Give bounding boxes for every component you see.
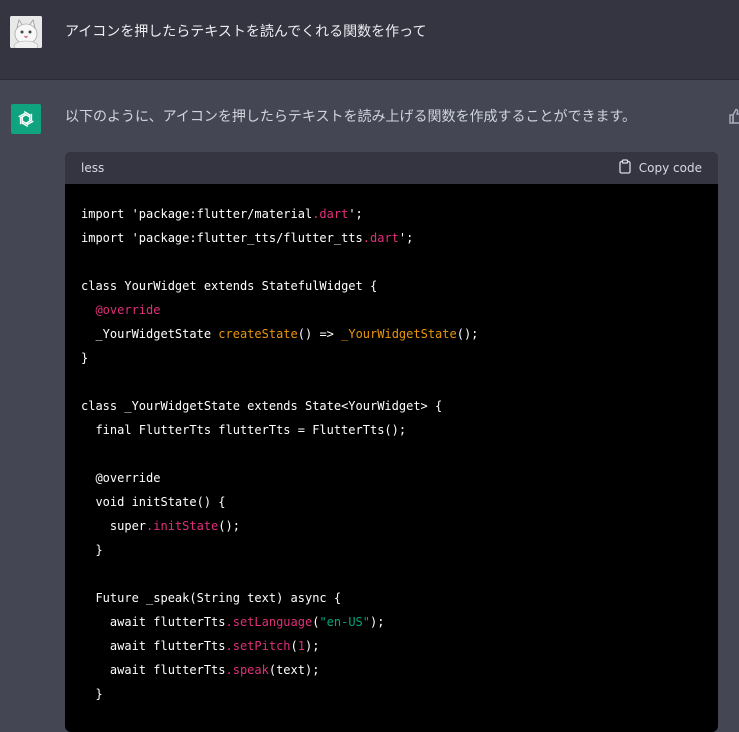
code-line: await flutterTts.setLanguage("en-US"); xyxy=(81,610,702,634)
code-line: import 'package:flutter_tts/flutter_tts.… xyxy=(81,226,702,250)
code-token: } xyxy=(81,687,103,701)
code-token: await flutterTts xyxy=(81,615,226,629)
code-token: '; xyxy=(348,207,363,221)
code-token: 1 xyxy=(297,639,305,653)
code-token: "en-US" xyxy=(319,615,371,629)
code-line: } xyxy=(81,538,702,562)
user-avatar-icon xyxy=(10,16,42,48)
code-line: class _YourWidgetState extends State<You… xyxy=(81,394,702,418)
copy-code-button[interactable]: Copy code xyxy=(619,159,702,177)
code-line: void initState() { xyxy=(81,490,702,514)
code-token: @override xyxy=(81,471,161,485)
user-message-text: アイコンを押したらテキストを読んでくれる関数を作って xyxy=(65,24,427,40)
code-token: import 'package:flutter_tts/flutter_tts xyxy=(81,231,363,245)
code-token: .setLanguage xyxy=(225,615,313,629)
code-token: (); xyxy=(218,519,240,533)
code-block-header: less Copy code xyxy=(65,152,718,184)
code-token: void initState() { xyxy=(81,495,226,509)
code-content: import 'package:flutter/material.dart'; i… xyxy=(65,184,718,706)
code-token: .dart xyxy=(312,207,349,221)
openai-logo-icon xyxy=(11,104,41,134)
code-token: .speak xyxy=(225,663,269,677)
code-token: class YourWidget extends StatefulWidget … xyxy=(81,279,378,293)
copy-code-label: Copy code xyxy=(638,161,702,175)
code-token: } xyxy=(81,543,103,557)
code-line: _YourWidgetState createState() => _YourW… xyxy=(81,322,702,346)
code-token: } xyxy=(81,351,89,365)
code-token: class _YourWidgetState extends State<You… xyxy=(81,399,443,413)
code-language-label: less xyxy=(81,161,105,175)
code-line: } xyxy=(81,346,702,370)
code-line: @override xyxy=(81,466,702,490)
assistant-message-text: 以下のように、アイコンを押したらテキストを読み上げる関数を作成することができます… xyxy=(65,109,637,125)
code-block: less Copy code import 'package:flutter/m… xyxy=(65,152,718,732)
clipboard-icon xyxy=(619,159,631,177)
code-token: (); xyxy=(456,327,479,341)
code-line: await flutterTts.speak(text); xyxy=(81,658,702,682)
code-token: () => xyxy=(297,327,342,341)
code-token: await flutterTts xyxy=(81,639,226,653)
code-token: createState xyxy=(218,327,298,341)
code-token: import 'package:flutter/material xyxy=(81,207,313,221)
code-line: import 'package:flutter/material.dart'; xyxy=(81,202,702,226)
code-token: @override xyxy=(95,303,161,317)
assistant-message-row: 以下のように、アイコンを押したらテキストを読み上げる関数を作成することができます… xyxy=(0,80,739,732)
code-token: await flutterTts xyxy=(81,663,226,677)
code-line: final FlutterTts flutterTts = FlutterTts… xyxy=(81,418,702,442)
code-token: _YourWidgetState xyxy=(341,327,457,341)
code-token: (text); xyxy=(268,663,320,677)
code-token: ( xyxy=(290,639,298,653)
code-token: ); xyxy=(305,639,320,653)
code-token: final FlutterTts flutterTts = FlutterTts… xyxy=(81,423,407,437)
code-line: super.initState(); xyxy=(81,514,702,538)
code-line: await flutterTts.setPitch(1); xyxy=(81,634,702,658)
code-token: .initState xyxy=(146,519,219,533)
code-token: ); xyxy=(370,615,385,629)
code-token: .dart xyxy=(362,231,399,245)
code-token: Future _speak(String text) async { xyxy=(81,591,342,605)
code-token: '; xyxy=(398,231,414,245)
thumbs-up-icon[interactable] xyxy=(729,108,739,124)
code-token: .setPitch xyxy=(225,639,291,653)
code-line: class YourWidget extends StatefulWidget … xyxy=(81,274,702,298)
code-line: Future _speak(String text) async { xyxy=(81,586,702,610)
code-line: } xyxy=(81,682,702,706)
user-message-row: アイコンを押したらテキストを読んでくれる関数を作って xyxy=(0,0,739,80)
code-token: _YourWidgetState xyxy=(81,327,219,341)
code-token: super xyxy=(81,519,147,533)
code-line: @override xyxy=(81,298,702,322)
